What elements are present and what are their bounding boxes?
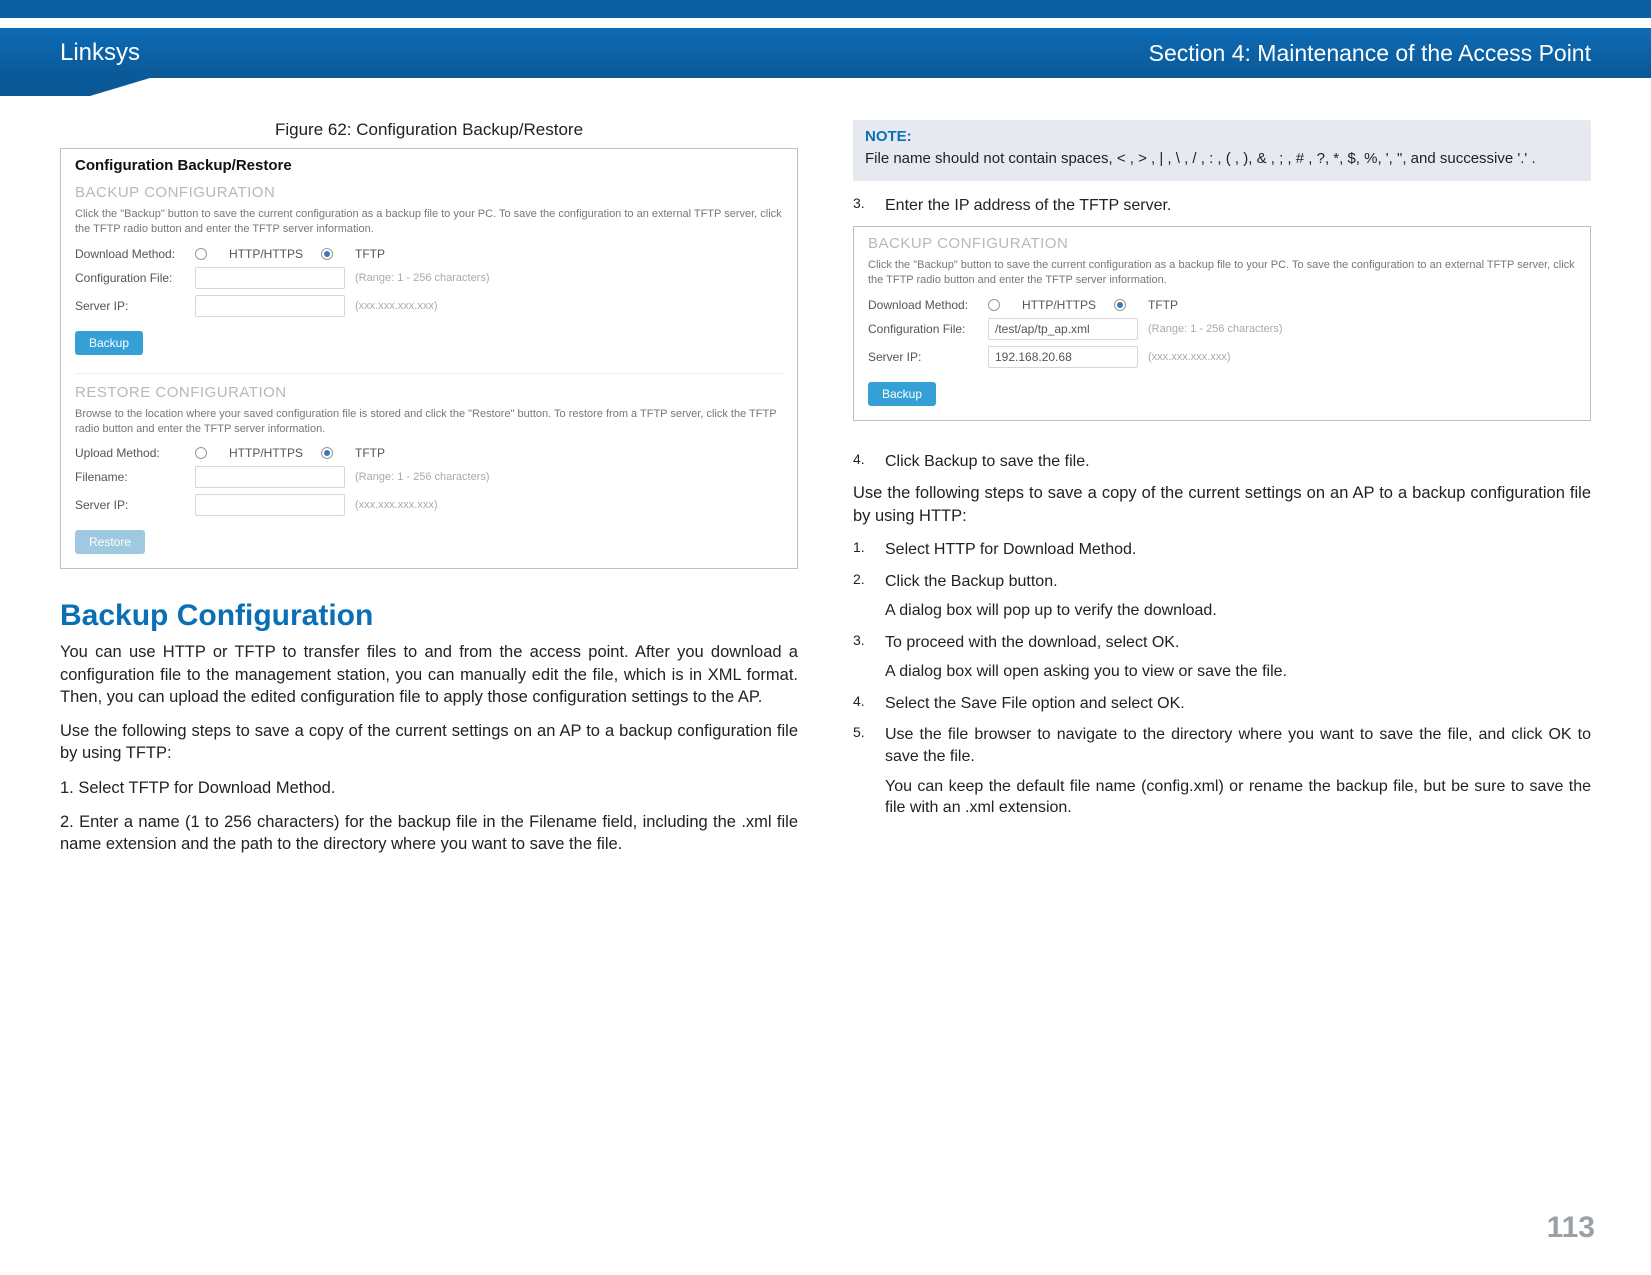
config-file-label: Configuration File: [75, 271, 195, 285]
restore-server-ip-hint: (xxx.xxx.xxx.xxx) [355, 499, 438, 511]
upload-method-row: Upload Method: HTTP/HTTPS TFTP [75, 446, 783, 460]
server-ip-row: Server IP: (xxx.xxx.xxx.xxx) [75, 295, 783, 317]
figure-caption: Figure 62: Configuration Backup/Restore [60, 120, 798, 140]
config-file-label-2: Configuration File: [868, 322, 988, 336]
step-subtext: A dialog box will open asking you to vie… [885, 661, 1591, 683]
list-item: 1. Select HTTP for Download Method. [853, 539, 1591, 561]
content-area: Figure 62: Configuration Backup/Restore … [60, 120, 1591, 1215]
radio-http-2[interactable] [988, 299, 1000, 311]
step-number: 4. [853, 693, 871, 715]
step-text: Select the Save File option and select O… [885, 693, 1591, 715]
config-file-hint-2: (Range: 1 - 256 characters) [1148, 323, 1283, 335]
paragraph-tftp-intro: Use the following steps to save a copy o… [60, 720, 798, 765]
restore-section-title: RESTORE CONFIGURATION [75, 384, 783, 401]
document-page: Linksys Section 4: Maintenance of the Ac… [0, 0, 1651, 1275]
restore-description: Browse to the location where your saved … [75, 407, 783, 437]
paragraph-intro: You can use HTTP or TFTP to transfer fil… [60, 641, 798, 708]
restore-server-ip-row: Server IP: (xxx.xxx.xxx.xxx) [75, 494, 783, 516]
server-ip-hint: (xxx.xxx.xxx.xxx) [355, 300, 438, 312]
list-item: 3. To proceed with the download, select O… [853, 632, 1591, 683]
top-accent-band [0, 0, 1651, 18]
step-subtext: A dialog box will pop up to verify the d… [885, 600, 1591, 622]
backup-section-title: BACKUP CONFIGURATION [75, 184, 783, 201]
section-title: Section 4: Maintenance of the Access Poi… [1149, 40, 1591, 67]
config-file-hint: (Range: 1 - 256 characters) [355, 272, 490, 284]
step-1: 1. Select TFTP for Download Method. [60, 777, 798, 799]
paragraph-http-intro: Use the following steps to save a copy o… [853, 482, 1591, 527]
backup-button-2[interactable]: Backup [868, 382, 936, 406]
server-ip-input-2[interactable] [988, 346, 1138, 368]
radio-http-label-2: HTTP/HTTPS [1022, 298, 1096, 312]
screenshot-backup-restore: Configuration Backup/Restore BACKUP CONF… [60, 148, 798, 569]
step-3: 3. Enter the IP address of the TFTP serv… [853, 195, 1591, 217]
step-4-text: Click Backup to save the file. [885, 451, 1591, 473]
step-4: 4. Click Backup to save the file. [853, 451, 1591, 473]
backup-button[interactable]: Backup [75, 331, 143, 355]
server-ip-label-2: Server IP: [868, 350, 988, 364]
radio-http-restore[interactable] [195, 447, 207, 459]
radio-tftp-label: TFTP [355, 247, 385, 261]
step-number: 5. [853, 724, 871, 818]
panel-title: Configuration Backup/Restore [75, 157, 783, 174]
step-2: 2. Enter a name (1 to 256 characters) fo… [60, 811, 798, 856]
download-method-row: Download Method: HTTP/HTTPS TFTP [75, 247, 783, 261]
filename-hint: (Range: 1 - 256 characters) [355, 471, 490, 483]
step-text: Click the Backup button.A dialog box wil… [885, 571, 1591, 622]
step-number: 2. [853, 571, 871, 622]
backup-section-title-2: BACKUP CONFIGURATION [868, 235, 1576, 252]
note-title: NOTE: [865, 128, 1579, 145]
step-text: Select HTTP for Download Method. [885, 539, 1591, 561]
radio-tftp-label-2: TFTP [1148, 298, 1178, 312]
server-ip-label: Server IP: [75, 299, 195, 313]
restore-button[interactable]: Restore [75, 530, 145, 554]
left-column: Figure 62: Configuration Backup/Restore … [60, 120, 798, 1215]
list-item: 2. Click the Backup button.A dialog box w… [853, 571, 1591, 622]
upload-method-label: Upload Method: [75, 446, 195, 460]
page-number: 113 [1547, 1211, 1595, 1245]
step-text: To proceed with the download, select OK.… [885, 632, 1591, 683]
step-3-number: 3. [853, 195, 871, 217]
brand-text: Linksys [60, 39, 140, 67]
list-item: 5.Use the file browser to navigate to th… [853, 724, 1591, 818]
config-file-row-2: Configuration File: (Range: 1 - 256 char… [868, 318, 1576, 340]
download-method-row-2: Download Method: HTTP/HTTPS TFTP [868, 298, 1576, 312]
radio-http-restore-label: HTTP/HTTPS [229, 446, 303, 460]
divider [75, 373, 783, 374]
restore-server-ip-input[interactable] [195, 494, 345, 516]
note-body: File name should not contain spaces, < ,… [865, 149, 1579, 169]
step-subtext: You can keep the default file name (conf… [885, 776, 1591, 819]
backup-description: Click the "Backup" button to save the cu… [75, 207, 783, 237]
screenshot-backup-filled: BACKUP CONFIGURATION Click the "Backup" … [853, 226, 1591, 421]
filename-row: Filename: (Range: 1 - 256 characters) [75, 466, 783, 488]
backup-description-2: Click the "Backup" button to save the cu… [868, 258, 1576, 288]
config-file-input-2[interactable] [988, 318, 1138, 340]
note-box: NOTE: File name should not contain space… [853, 120, 1591, 181]
filename-label: Filename: [75, 470, 195, 484]
download-method-label: Download Method: [75, 247, 195, 261]
step-number: 1. [853, 539, 871, 561]
restore-server-ip-label: Server IP: [75, 498, 195, 512]
server-ip-input[interactable] [195, 295, 345, 317]
step-3-text: Enter the IP address of the TFTP server. [885, 195, 1591, 217]
download-method-label-2: Download Method: [868, 298, 988, 312]
step-4-number: 4. [853, 451, 871, 473]
step-text: Use the file browser to navigate to the … [885, 724, 1591, 818]
radio-http[interactable] [195, 248, 207, 260]
list-item: 4. Select the Save File option and select… [853, 693, 1591, 715]
filename-input[interactable] [195, 466, 345, 488]
radio-tftp-restore[interactable] [321, 447, 333, 459]
right-column: NOTE: File name should not contain space… [853, 120, 1591, 1215]
http-steps-list: 1. Select HTTP for Download Method. 2. Clic… [853, 539, 1591, 819]
radio-http-label: HTTP/HTTPS [229, 247, 303, 261]
section-heading: Backup Configuration [60, 599, 798, 633]
config-file-input[interactable] [195, 267, 345, 289]
step-number: 3. [853, 632, 871, 683]
server-ip-row-2: Server IP: (xxx.xxx.xxx.xxx) [868, 346, 1576, 368]
radio-tftp-2[interactable] [1114, 299, 1126, 311]
config-file-row: Configuration File: (Range: 1 - 256 char… [75, 267, 783, 289]
radio-tftp-restore-label: TFTP [355, 446, 385, 460]
server-ip-hint-2: (xxx.xxx.xxx.xxx) [1148, 351, 1231, 363]
page-header: Linksys Section 4: Maintenance of the Ac… [0, 28, 1651, 78]
radio-tftp[interactable] [321, 248, 333, 260]
